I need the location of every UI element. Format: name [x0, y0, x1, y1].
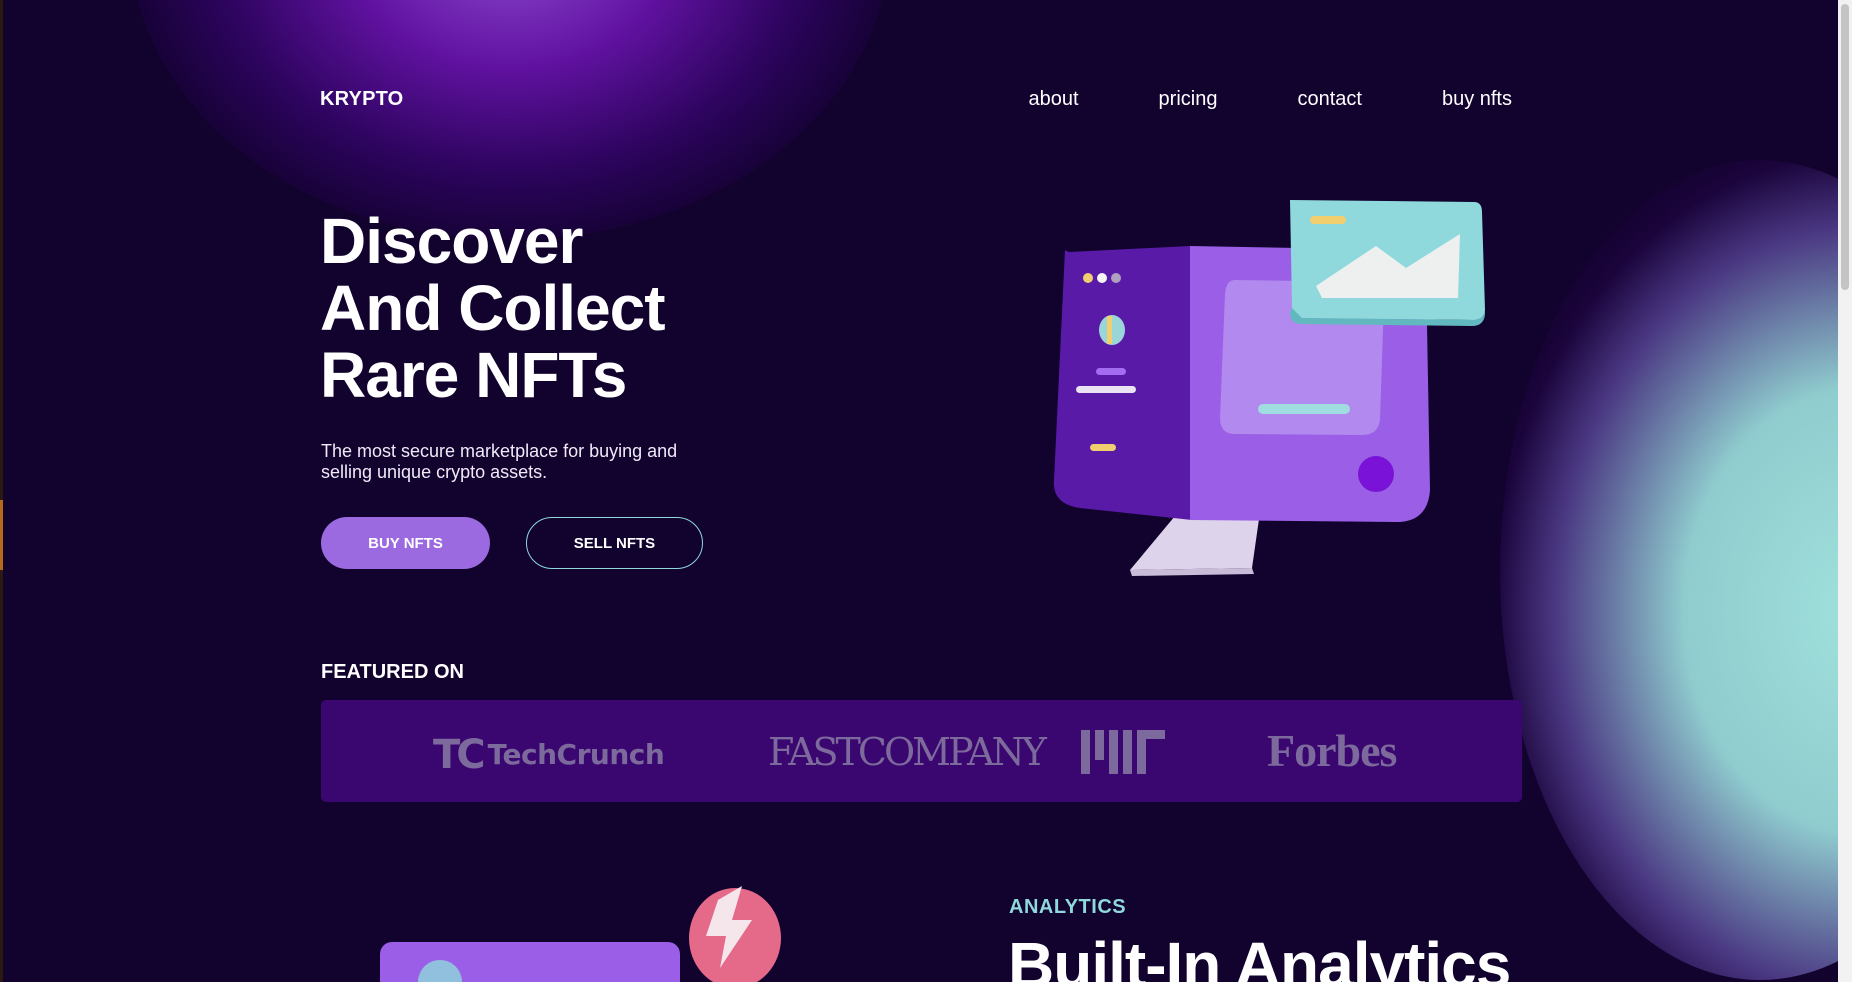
nav-links: about pricing contact buy nfts: [1028, 88, 1512, 111]
fastcompany-logo: FASTCOMPANY: [768, 730, 1047, 774]
landing-page: KRYPTO about pricing contact buy nfts Di…: [0, 0, 1852, 982]
scrollbar-thumb[interactable]: [1841, 4, 1849, 290]
hero-subtitle: The most secure marketplace for buying a…: [321, 441, 678, 482]
hero-title-line: And Collect: [320, 272, 666, 344]
techcrunch-logo: TC TechCrunch: [433, 732, 665, 778]
site-logo[interactable]: KRYPTO: [320, 88, 403, 111]
nav-link-about[interactable]: about: [1028, 88, 1078, 111]
techcrunch-logo-text: TechCrunch: [487, 738, 665, 771]
top-navigation: KRYPTO about pricing contact buy nfts: [320, 84, 1512, 114]
hero-title: Discover And Collect Rare NFTs: [320, 208, 820, 409]
page-scrollbar[interactable]: [1838, 0, 1852, 982]
nav-link-contact[interactable]: contact: [1297, 88, 1361, 111]
hero-title-line: Rare NFTs: [320, 339, 627, 411]
analytics-illustration: [380, 886, 781, 982]
purple-glow-decoration: [130, 0, 890, 240]
forbes-logo: Forbes: [1267, 725, 1397, 776]
nav-link-pricing[interactable]: pricing: [1159, 88, 1218, 111]
nav-link-buy-nfts[interactable]: buy nfts: [1442, 88, 1512, 111]
teal-glow-decoration: [1500, 160, 1852, 980]
featured-logos-bar: TC TechCrunch FASTCOMPANY Forbes: [321, 700, 1522, 802]
analytics-title: Built-In Analytics: [1008, 929, 1511, 982]
hero-title-line: Discover: [320, 205, 583, 277]
buy-nfts-button[interactable]: BUY NFTS: [321, 517, 490, 569]
computer-monitor-illustration: [1053, 200, 1485, 576]
mit-logo: [1081, 730, 1165, 774]
analytics-tag: ANALYTICS: [1009, 896, 1127, 918]
featured-on-label: FEATURED ON: [321, 661, 464, 683]
sell-nfts-button[interactable]: SELL NFTS: [526, 517, 703, 569]
window-edge: [0, 0, 3, 982]
